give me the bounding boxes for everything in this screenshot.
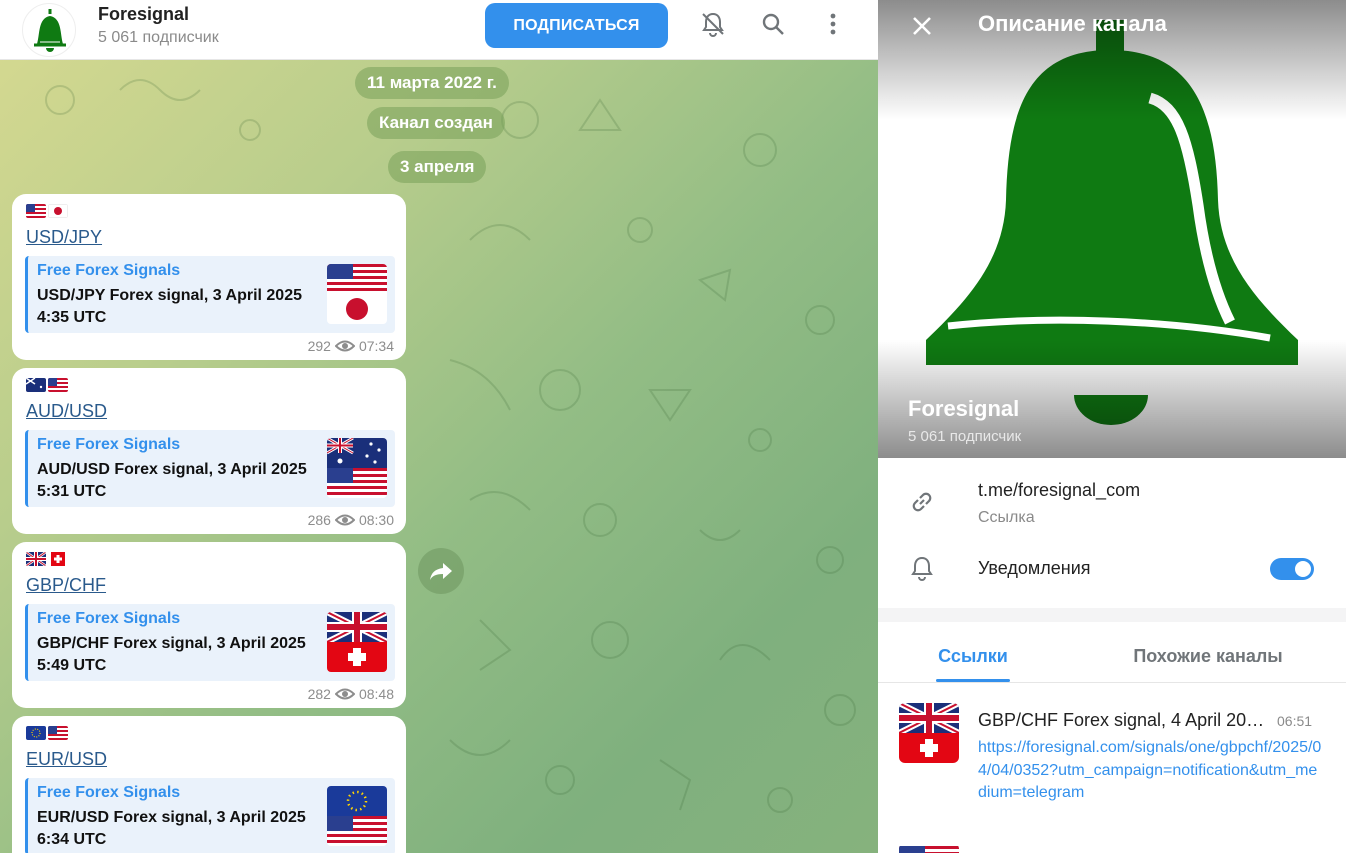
panel-title: Описание канала xyxy=(978,11,1167,36)
chat-background: 11 марта 2022 г. Канал создан 3 апреля U… xyxy=(0,60,878,853)
tab-similar-channels[interactable]: Похожие каналы xyxy=(1108,630,1308,682)
message-time: 08:48 xyxy=(358,686,394,702)
au-us-flag-thumbnail xyxy=(327,438,387,498)
us-jp-flag-thumbnail xyxy=(327,264,387,324)
search-button[interactable] xyxy=(757,8,789,40)
eu-flag-icon xyxy=(26,726,46,740)
chat-header: Foresignal 5 061 подписчик ПОДПИСАТЬСЯ xyxy=(0,0,878,60)
flag-emojis xyxy=(26,552,68,566)
message-meta: 292 07:34 xyxy=(308,338,394,354)
channel-title[interactable]: Foresignal xyxy=(98,4,189,25)
channel-link-caption: Ссылка xyxy=(978,509,1035,526)
more-icon xyxy=(830,13,836,35)
message-bubble[interactable]: EUR/USD Free Forex Signals EUR/USD Forex… xyxy=(12,716,406,853)
close-panel-button[interactable] xyxy=(904,8,940,44)
us-flag-icon xyxy=(48,726,68,740)
eye-icon xyxy=(334,514,355,526)
preview-site-name: Free Forex Signals xyxy=(37,610,181,627)
eye-icon xyxy=(334,688,355,700)
toggle-knob xyxy=(1293,559,1313,579)
subscriber-count: 5 061 подписчик xyxy=(908,428,1022,445)
notifications-label: Уведомления xyxy=(978,558,1091,578)
subscriber-count: 5 061 подписчик xyxy=(98,29,219,46)
gb-ch-flag-thumbnail xyxy=(899,703,959,763)
bell-logo-icon xyxy=(34,9,66,52)
link-preview[interactable]: Free Forex Signals AUD/USD Forex signal,… xyxy=(25,430,395,507)
link-icon xyxy=(906,486,938,518)
next-link-thumbnail xyxy=(899,843,959,853)
tabs-divider xyxy=(878,682,1346,683)
preview-site-name: Free Forex Signals xyxy=(37,784,181,801)
message-bubble[interactable]: GBP/CHF Free Forex Signals GBP/CHF Forex… xyxy=(12,542,406,708)
bell-off-icon xyxy=(702,12,724,37)
channel-hero-image: Описание канала Foresignal 5 061 подписч… xyxy=(878,0,1346,458)
message-meta: 282 08:48 xyxy=(308,686,394,702)
section-divider xyxy=(878,608,1346,622)
search-icon xyxy=(762,13,784,35)
au-flag-icon xyxy=(26,378,46,392)
shared-link-url[interactable]: https://foresignal.com/signals/one/gbpch… xyxy=(978,737,1323,805)
tab-links[interactable]: Ссылки xyxy=(908,630,1038,682)
share-button[interactable] xyxy=(418,548,464,594)
shared-link-time: 06:51 xyxy=(1277,713,1313,729)
message-meta: 286 08:30 xyxy=(308,512,394,528)
date-pill: 3 апреля xyxy=(388,151,487,183)
view-count: 286 xyxy=(307,512,331,528)
shared-link-item[interactable]: GBP/CHF Forex signal, 4 April 2025 0:52 … xyxy=(878,700,1346,840)
message-bubble[interactable]: AUD/USD Free Forex Signals AUD/USD Forex… xyxy=(12,368,406,534)
channel-created-pill: Канал создан xyxy=(367,107,505,139)
bell-icon xyxy=(906,552,938,584)
channel-avatar[interactable] xyxy=(22,3,76,57)
link-preview[interactable]: Free Forex Signals GBP/CHF Forex signal,… xyxy=(25,604,395,681)
flag-emojis xyxy=(26,204,68,218)
date-pill: 11 марта 2022 г. xyxy=(355,67,509,99)
close-icon xyxy=(913,17,931,35)
gb-ch-flag-thumbnail xyxy=(327,612,387,672)
link-preview[interactable]: Free Forex Signals EUR/USD Forex signal,… xyxy=(25,778,395,853)
flag-emojis xyxy=(26,378,68,392)
channel-name: Foresignal xyxy=(908,396,1020,421)
jp-flag-icon xyxy=(48,204,68,218)
channel-info-panel: Описание канала Foresignal 5 061 подписч… xyxy=(878,0,1346,853)
more-button[interactable] xyxy=(817,8,849,40)
us-flag-icon xyxy=(26,204,46,218)
subscribe-button[interactable]: ПОДПИСАТЬСЯ xyxy=(485,3,668,48)
message-time: 08:30 xyxy=(358,512,394,528)
preview-site-name: Free Forex Signals xyxy=(37,262,181,279)
notifications-toggle[interactable] xyxy=(1270,558,1314,580)
flag-emojis xyxy=(26,726,68,740)
channel-link-row[interactable]: t.me/foresignal_com Ссылка xyxy=(878,470,1346,540)
link-preview[interactable]: Free Forex Signals USD/JPY Forex signal,… xyxy=(25,256,395,333)
preview-title: USD/JPY Forex signal, 3 April 2025 4:35 … xyxy=(37,287,302,326)
view-count: 282 xyxy=(307,686,331,702)
preview-title: GBP/CHF Forex signal, 3 April 2025 5:49 … xyxy=(37,635,306,674)
pair-link[interactable]: AUD/USD xyxy=(26,401,107,422)
mute-button[interactable] xyxy=(697,8,729,40)
channel-link[interactable]: t.me/foresignal_com xyxy=(978,480,1140,501)
shared-link-title: GBP/CHF Forex signal, 4 April 2025 0:52 … xyxy=(978,710,1268,730)
ch-flag-icon xyxy=(48,552,68,566)
us-flag-icon xyxy=(48,378,68,392)
preview-title: EUR/USD Forex signal, 3 April 2025 6:34 … xyxy=(37,809,306,848)
gb-flag-icon xyxy=(26,552,46,566)
pair-link[interactable]: EUR/USD xyxy=(26,749,107,770)
preview-site-name: Free Forex Signals xyxy=(37,436,181,453)
message-time: 07:34 xyxy=(358,338,394,354)
message-bubble[interactable]: USD/JPY Free Forex Signals USD/JPY Forex… xyxy=(12,194,406,360)
eu-us-flag-thumbnail xyxy=(327,786,387,846)
view-count: 292 xyxy=(307,338,331,354)
pair-link[interactable]: USD/JPY xyxy=(26,227,102,248)
eye-icon xyxy=(334,340,355,352)
forward-icon xyxy=(430,563,452,580)
preview-title: AUD/USD Forex signal, 3 April 2025 5:31 … xyxy=(37,461,307,500)
pair-link[interactable]: GBP/CHF xyxy=(26,575,106,596)
chat-area: 11 марта 2022 г. Канал создан 3 апреля U… xyxy=(0,0,878,853)
